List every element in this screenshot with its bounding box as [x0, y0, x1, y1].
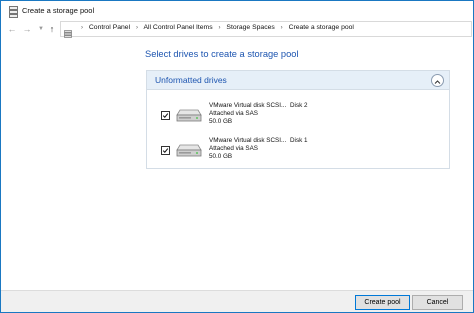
button-bar: Create pool Cancel [1, 290, 473, 312]
chevron-right-icon: › [280, 25, 283, 31]
drive-connection: Attached via SAS [209, 145, 259, 152]
unformatted-drives-group: Unformatted drives VMware Virtual disk S… [146, 70, 450, 169]
drive-item[interactable]: VMware Virtual disk SCSI... Disk 1 Attac… [147, 137, 449, 167]
storage-spaces-icon [8, 5, 19, 18]
chevron-up-icon [434, 80, 441, 84]
breadcrumb-control-panel[interactable]: Control Panel [89, 24, 130, 31]
cancel-button[interactable]: Cancel [412, 295, 463, 310]
drive-checkbox[interactable] [161, 146, 170, 155]
group-header[interactable]: Unformatted drives [147, 71, 449, 90]
control-panel-icon [64, 25, 72, 38]
drive-name: VMware Virtual disk SCSI... [209, 102, 287, 109]
storage-pool-window: Create a storage pool ← → ▼ ↑ › Control … [0, 0, 474, 313]
breadcrumb: › Control Panel › All Control Panel Item… [77, 24, 354, 31]
address-bar[interactable]: › Control Panel › All Control Panel Item… [60, 21, 472, 38]
navigation-bar: ← → ▼ ↑ › Control Panel › All Control Pa… [1, 21, 473, 38]
drive-name: VMware Virtual disk SCSI... [209, 137, 287, 144]
drive-checkbox[interactable] [161, 111, 170, 120]
checkmark-icon [162, 148, 169, 153]
drive-item[interactable]: VMware Virtual disk SCSI... Disk 2 Attac… [147, 102, 449, 132]
chevron-right-icon: › [81, 25, 83, 31]
group-title: Unformatted drives [155, 75, 227, 85]
drive-connection: Attached via SAS [209, 110, 259, 117]
breadcrumb-create-pool[interactable]: Create a storage pool [289, 24, 354, 31]
drive-size: 50.0 GB [209, 118, 233, 125]
up-arrow-icon[interactable]: ↑ [46, 23, 58, 35]
title-bar: Create a storage pool [1, 1, 473, 21]
drive-size: 50.0 GB [209, 153, 233, 160]
breadcrumb-all-items[interactable]: All Control Panel Items [143, 24, 212, 31]
hard-drive-icon [176, 139, 202, 159]
chevron-right-icon: › [218, 25, 221, 31]
breadcrumb-storage-spaces[interactable]: Storage Spaces [226, 24, 274, 31]
drive-number: Disk 1 [290, 137, 308, 144]
collapse-button[interactable] [431, 74, 444, 87]
checkmark-icon [162, 113, 169, 118]
create-pool-button[interactable]: Create pool [355, 295, 410, 310]
page-heading: Select drives to create a storage pool [145, 49, 299, 59]
drive-number: Disk 2 [290, 102, 308, 109]
forward-arrow-icon[interactable]: → [21, 23, 33, 35]
window-title: Create a storage pool [22, 6, 95, 15]
hard-drive-icon [176, 104, 202, 124]
back-arrow-icon[interactable]: ← [6, 23, 18, 35]
chevron-right-icon: › [135, 25, 138, 31]
